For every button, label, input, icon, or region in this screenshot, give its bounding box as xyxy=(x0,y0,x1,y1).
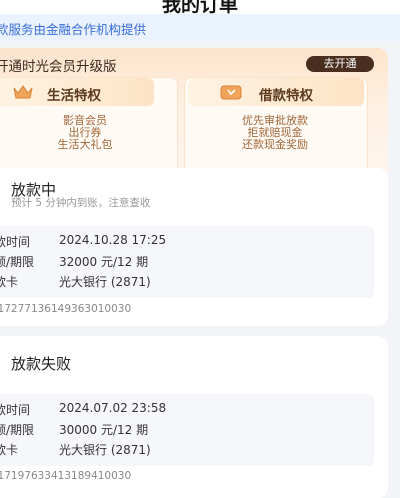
order-detail-box xyxy=(0,394,374,466)
loan-time-value: 2024.10.28 17:25 xyxy=(59,233,167,247)
open-membership-button[interactable]: 去开通 xyxy=(306,56,374,72)
order-detail-box xyxy=(0,226,374,298)
privilege-item: 还款现金奖励 xyxy=(242,138,308,151)
order-subtitle: 预计 5 分钟内到账，注意查收 xyxy=(11,197,151,209)
amount-term-label: 额/期限 xyxy=(0,255,35,269)
amount-term-value: 30000 元/12 期 xyxy=(59,423,149,437)
bank-card-label: 款卡 xyxy=(0,275,19,289)
loan-time-label: 款时间 xyxy=(0,403,31,417)
amount-term-label: 额/期限 xyxy=(0,423,35,437)
order-status: 放款失败 xyxy=(11,355,72,373)
coupon-icon xyxy=(220,85,242,104)
amount-term-value: 32000 元/12 期 xyxy=(59,255,149,269)
privilege-item: 生活大礼包 xyxy=(57,138,113,151)
membership-title: 开通时光会员升级版 xyxy=(0,59,117,75)
bank-card-value: 光大银行 (2871) xyxy=(59,275,151,289)
loan-time-value: 2024.07.02 23:58 xyxy=(59,401,167,415)
order-number: :17277136149363010030 xyxy=(0,303,132,315)
bank-card-value: 光大银行 (2871) xyxy=(59,443,151,457)
bank-card-label: 款卡 xyxy=(0,443,19,457)
crown-icon xyxy=(12,84,34,104)
loan-privilege-name: 借款特权 xyxy=(259,88,313,104)
notice-text: 款服务由金融合作机构提供 xyxy=(0,22,147,37)
life-privilege-name: 生活特权 xyxy=(47,88,101,104)
loan-time-label: 款时间 xyxy=(0,235,31,249)
order-number: :17197633413189410030 xyxy=(0,470,132,482)
